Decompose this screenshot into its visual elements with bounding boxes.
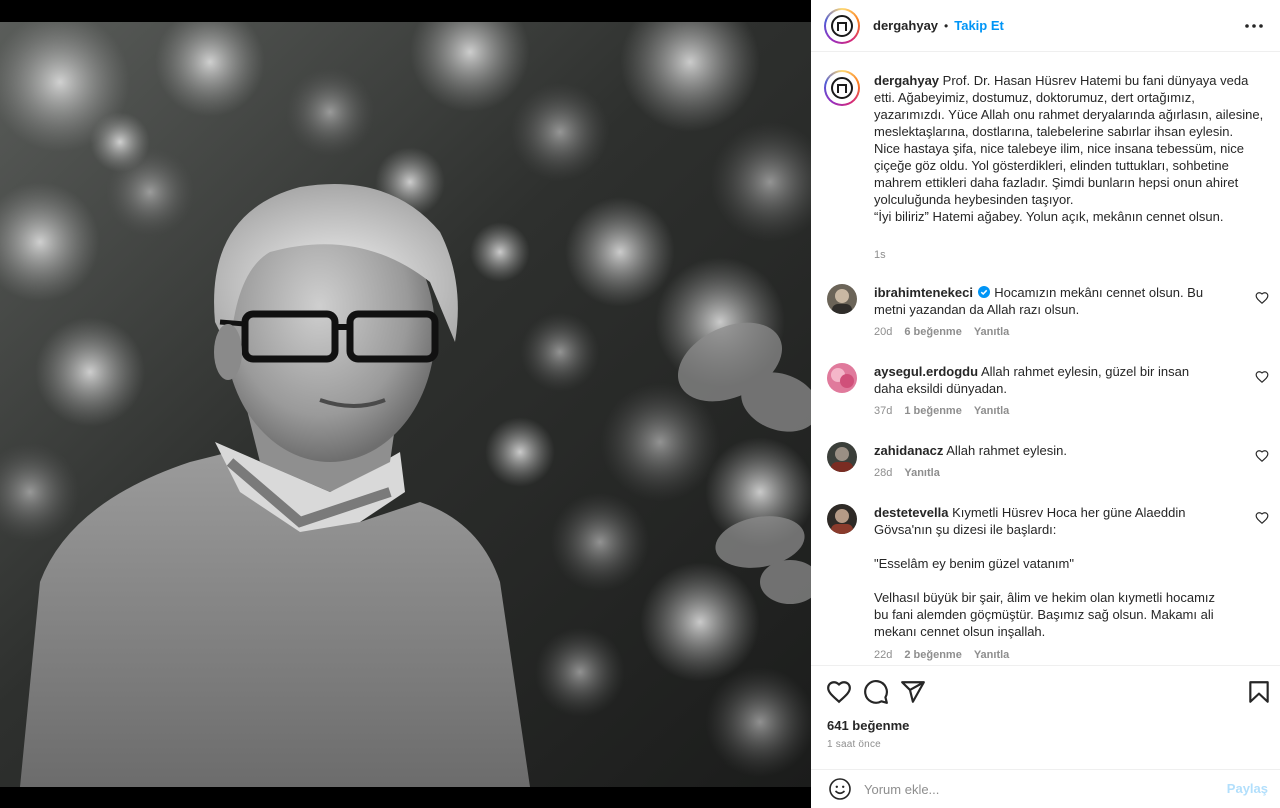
brand-logo-icon (831, 77, 853, 99)
comments-scroll-area[interactable]: dergahyay Prof. Dr. Hasan Hüsrev Hatemi … (811, 53, 1280, 665)
comment-input[interactable] (864, 781, 1204, 797)
header-username[interactable]: dergahyay (873, 18, 938, 33)
comment-likes-link[interactable]: 2 beğenme (904, 649, 961, 661)
comment-likes-link[interactable]: 1 beğenme (904, 405, 961, 417)
commenter-avatar[interactable] (827, 363, 857, 393)
post-photo[interactable] (0, 22, 811, 787)
post-media-panel (0, 0, 811, 808)
caption-username[interactable]: dergahyay (874, 73, 939, 88)
reply-button[interactable]: Yanıtla (974, 326, 1009, 338)
comment-meta: 20d 6 beğenme Yanıtla (874, 326, 1009, 338)
comment-meta: 37d 1 beğenme Yanıtla (874, 405, 1009, 417)
comment-like-heart-icon[interactable] (1255, 449, 1269, 463)
comment-username[interactable]: aysegul.erdogdu (874, 364, 978, 379)
comment-like-heart-icon[interactable] (1255, 511, 1269, 525)
caption-text-block: dergahyay Prof. Dr. Hasan Hüsrev Hatemi … (874, 72, 1264, 225)
commenter-avatar[interactable] (827, 284, 857, 314)
profile-avatar[interactable] (824, 7, 860, 44)
comment-meta: 22d 2 beğenme Yanıtla (874, 649, 1009, 661)
caption-avatar[interactable] (824, 70, 860, 106)
comment-time: 37d (874, 405, 893, 417)
comment-time: 28d (874, 467, 893, 479)
post-header: dergahyay • Takip Et (811, 0, 1280, 52)
heart-icon[interactable] (826, 679, 852, 705)
comment-text: Allah rahmet eylesin. (946, 443, 1067, 458)
more-options-icon[interactable] (1242, 16, 1266, 36)
comment-text: Kıymetli Hüsrev Hoca her güne Alaeddin G… (874, 505, 1216, 639)
header-separator: • (944, 18, 949, 33)
commenter-avatar[interactable] (827, 442, 857, 472)
commenter-avatar[interactable] (827, 504, 857, 534)
smiley-icon[interactable] (828, 777, 852, 801)
reply-button[interactable]: Yanıtla (974, 405, 1009, 417)
reply-button[interactable]: Yanıtla (974, 649, 1009, 661)
comment-like-heart-icon[interactable] (1255, 291, 1269, 305)
follow-button[interactable]: Takip Et (954, 18, 1004, 33)
comment-time: 22d (874, 649, 893, 661)
post-comment-button[interactable]: Paylaş (1227, 781, 1268, 796)
post-details-panel: dergahyay • Takip Et dergahyay Prof. Dr.… (811, 0, 1280, 808)
verified-badge-icon (977, 286, 990, 298)
comment-icon[interactable] (863, 679, 889, 705)
comment-time: 20d (874, 326, 893, 338)
posted-time[interactable]: 1 saat önce (827, 739, 881, 750)
send-icon[interactable] (900, 679, 926, 705)
comment-like-heart-icon[interactable] (1255, 370, 1269, 384)
caption-text: Prof. Dr. Hasan Hüsrev Hatemi bu fani dü… (874, 73, 1264, 224)
bookmark-icon[interactable] (1246, 679, 1272, 705)
comment-username[interactable]: destetevella (874, 505, 948, 520)
post-actions-bar: 641 beğenme 1 saat önce (811, 665, 1280, 769)
portrait-image (0, 22, 811, 787)
comment-likes-link[interactable]: 6 beğenme (904, 326, 961, 338)
add-comment-bar: Paylaş (811, 769, 1280, 808)
comment-username[interactable]: ibrahimtenekeci (874, 285, 973, 300)
brand-logo-icon (831, 14, 853, 37)
likes-count[interactable]: 641 beğenme (827, 718, 909, 733)
comment-meta: 28d Yanıtla (874, 467, 940, 479)
caption-time: 1s (874, 249, 886, 261)
reply-button[interactable]: Yanıtla (904, 467, 939, 479)
comment-username[interactable]: zahidanacz (874, 443, 943, 458)
